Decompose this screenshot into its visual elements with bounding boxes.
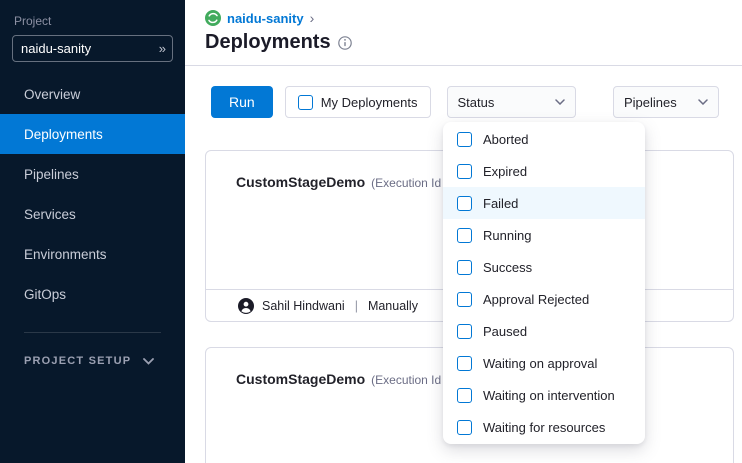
app-window: Project naidu-sanity » Overview Deployme… <box>0 0 742 463</box>
status-option-waiting-on-intervention[interactable]: Waiting on intervention <box>443 379 645 411</box>
pipeline-name[interactable]: CustomStageDemo <box>236 371 365 387</box>
info-icon[interactable] <box>338 36 352 50</box>
pipelines-filter-label: Pipelines <box>624 95 677 110</box>
status-option-approval-rejected[interactable]: Approval Rejected <box>443 283 645 315</box>
option-checkbox[interactable] <box>457 132 472 147</box>
sidebar-item-pipelines[interactable]: Pipelines <box>0 154 185 194</box>
sidebar-item-label: Services <box>24 207 76 222</box>
my-deployments-label: My Deployments <box>321 95 418 110</box>
option-label: Expired <box>483 164 527 179</box>
option-label: Aborted <box>483 132 529 147</box>
sidebar-item-deployments[interactable]: Deployments <box>0 114 185 154</box>
option-label: Waiting on approval <box>483 356 597 371</box>
pipelines-filter-dropdown[interactable]: Pipelines <box>613 86 719 118</box>
triggered-by-user: Sahil Hindwani <box>262 299 345 313</box>
status-option-failed[interactable]: Failed <box>443 187 645 219</box>
breadcrumb-project-link[interactable]: naidu-sanity <box>227 11 304 26</box>
option-label: Waiting on intervention <box>483 388 615 403</box>
option-checkbox[interactable] <box>457 164 472 179</box>
double-chevron-right-icon[interactable]: » <box>159 41 164 56</box>
option-checkbox[interactable] <box>457 196 472 211</box>
sidebar-divider <box>24 332 161 333</box>
status-filter-label: Status <box>458 95 495 110</box>
execution-id-text: (Execution Id <box>371 176 441 190</box>
project-setup-toggle[interactable]: PROJECT SETUP <box>0 355 185 367</box>
option-checkbox[interactable] <box>457 356 472 371</box>
option-checkbox[interactable] <box>457 324 472 339</box>
status-option-running[interactable]: Running <box>443 219 645 251</box>
project-selector-value: naidu-sanity <box>21 41 91 56</box>
sidebar-item-services[interactable]: Services <box>0 194 185 234</box>
status-filter-dropdown[interactable]: Status <box>447 86 576 118</box>
status-option-success[interactable]: Success <box>443 251 645 283</box>
sidebar-item-label: Pipelines <box>24 167 79 182</box>
option-label: Approval Rejected <box>483 292 589 307</box>
option-label: Paused <box>483 324 527 339</box>
status-option-aborted[interactable]: Aborted <box>443 123 645 155</box>
status-dropdown-menu: Aborted Expired Failed Running Success A… <box>443 122 645 444</box>
breadcrumb: naidu-sanity › <box>205 10 742 26</box>
option-label: Success <box>483 260 532 275</box>
project-setup-label: PROJECT SETUP <box>24 355 131 367</box>
my-deployments-filter-button[interactable]: My Deployments <box>285 86 431 118</box>
chevron-down-icon <box>698 99 708 105</box>
sidebar-item-environments[interactable]: Environments <box>0 234 185 274</box>
cd-module-icon <box>205 10 221 26</box>
sidebar: Project naidu-sanity » Overview Deployme… <box>0 0 185 463</box>
trigger-type: Manually <box>368 299 418 313</box>
page-title: Deployments <box>205 31 331 54</box>
sidebar-item-overview[interactable]: Overview <box>0 74 185 114</box>
status-option-paused[interactable]: Paused <box>443 315 645 347</box>
sidebar-item-label: Overview <box>24 87 80 102</box>
option-checkbox[interactable] <box>457 292 472 307</box>
status-option-waiting-on-approval[interactable]: Waiting on approval <box>443 347 645 379</box>
chevron-down-icon <box>555 99 565 105</box>
chevron-down-icon <box>143 358 154 365</box>
option-label: Running <box>483 228 531 243</box>
project-label: Project <box>14 14 185 28</box>
option-label: Waiting for resources <box>483 420 605 435</box>
option-checkbox[interactable] <box>457 420 472 435</box>
sidebar-nav: Overview Deployments Pipelines Services … <box>0 74 185 314</box>
avatar-icon <box>238 298 254 314</box>
option-checkbox[interactable] <box>457 260 472 275</box>
title-row: Deployments <box>205 31 742 54</box>
status-option-waiting-for-resources[interactable]: Waiting for resources <box>443 411 645 443</box>
status-option-expired[interactable]: Expired <box>443 155 645 187</box>
option-checkbox[interactable] <box>457 388 472 403</box>
footer-separator: | <box>353 299 360 313</box>
run-button[interactable]: Run <box>211 86 273 118</box>
breadcrumb-separator: › <box>310 10 315 26</box>
execution-id-text: (Execution Id <box>371 373 441 387</box>
option-checkbox[interactable] <box>457 228 472 243</box>
sidebar-item-label: Environments <box>24 247 107 262</box>
pipeline-name[interactable]: CustomStageDemo <box>236 174 365 190</box>
page-header: naidu-sanity › Deployments <box>185 0 742 54</box>
toolbar: Run My Deployments Status Pipelines <box>185 66 742 118</box>
option-label: Failed <box>483 196 518 211</box>
project-selector[interactable]: naidu-sanity » <box>12 35 173 62</box>
main-content: naidu-sanity › Deployments Run My Depl <box>185 0 742 463</box>
my-deployments-checkbox[interactable] <box>298 95 313 110</box>
sidebar-item-gitops[interactable]: GitOps <box>0 274 185 314</box>
sidebar-item-label: GitOps <box>24 287 66 302</box>
sidebar-item-label: Deployments <box>24 127 103 142</box>
